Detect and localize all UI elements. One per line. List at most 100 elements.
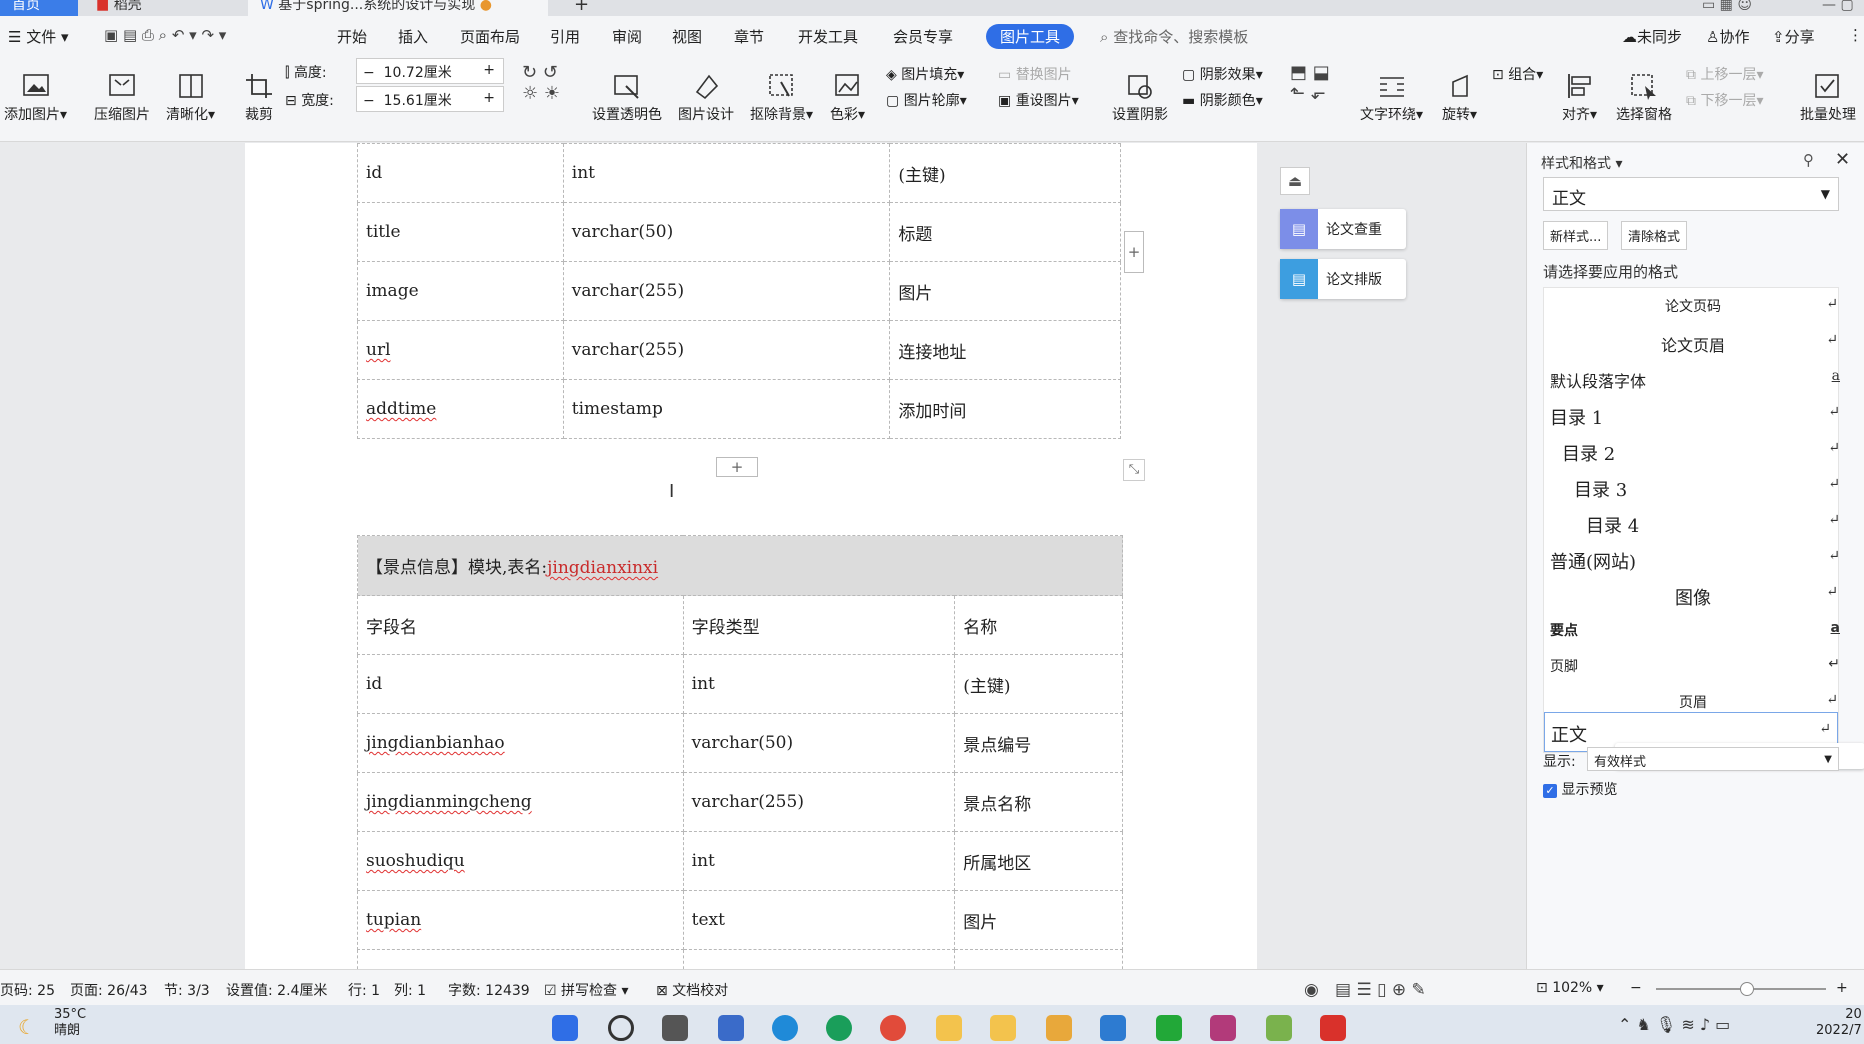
color-button[interactable]: 色彩▾ (830, 72, 865, 124)
status-page-number[interactable]: 页码: 25 (0, 980, 55, 1000)
window-controls[interactable]: — ▢ (1810, 0, 1864, 16)
menu-references[interactable]: 引用 (550, 26, 580, 47)
table-top[interactable]: id int (主键) title varchar(50) 标题 image varcha… (357, 143, 1121, 439)
add-row-button[interactable]: + (716, 457, 758, 477)
task-view-icon[interactable] (662, 1015, 688, 1041)
add-picture-button[interactable]: 添加图片▾ (4, 72, 67, 124)
system-tray-icons[interactable]: ⌃ ♞ 🎙 ≋ ♪ ▭ (1618, 1015, 1730, 1034)
show-select[interactable]: 有效样式 ▼ (1587, 747, 1839, 771)
style-item[interactable]: 默认段落字体 a (1550, 368, 1840, 392)
zoom-out-icon[interactable]: − (1630, 980, 1642, 996)
table-row[interactable]: jingdianmingcheng varchar(255) 景点名称 (357, 772, 1123, 832)
style-item[interactable]: 目录 2 ↵ (1562, 440, 1840, 466)
clear-format-button[interactable]: 清除格式 (1621, 221, 1688, 250)
zoom-slider-thumb[interactable] (1740, 982, 1754, 996)
table-title-row[interactable]: 【景点信息】模块,表名:jingdianxinxi (357, 535, 1123, 596)
table-row[interactable]: url varchar(255) 连接地址 (357, 320, 1121, 380)
rotate-button[interactable]: 旋转▾ (1442, 72, 1477, 124)
table-row[interactable]: suoshudiqu int 所属地区 (357, 831, 1123, 891)
wps-icon[interactable] (1320, 1015, 1346, 1041)
app-icon[interactable] (718, 1015, 744, 1041)
sync-button[interactable]: ☁未同步 (1622, 26, 1682, 47)
send-backward-button[interactable]: ⧉ 下移一层▾ (1686, 90, 1763, 110)
search-icon[interactable] (608, 1015, 634, 1041)
file-menu[interactable]: ☰ 文件 ▾ (8, 26, 69, 47)
bring-forward-button[interactable]: ⧉ 上移一层▾ (1686, 64, 1763, 84)
style-item[interactable]: 目录 1 ↵ (1550, 404, 1840, 430)
table-row[interactable]: title varchar(50) 标题 (357, 202, 1121, 262)
new-tab-icon[interactable]: + (562, 0, 592, 16)
style-item[interactable]: 图像 ↵ (1548, 584, 1838, 610)
replace-picture-button[interactable]: ▭ 替换图片 (998, 64, 1072, 84)
menu-dev-tools[interactable]: 开发工具 (798, 26, 858, 47)
status-section[interactable]: 节: 3/3 (164, 980, 210, 1000)
app-icon[interactable] (1266, 1015, 1292, 1041)
table-row[interactable]: tupian text 图片 (357, 890, 1123, 950)
view-mode-icons[interactable]: ◉ ▤ ☰ ▯ ⊕ ✎ (1304, 980, 1426, 1000)
close-icon[interactable]: ✕ (1835, 149, 1850, 170)
menu-review[interactable]: 审阅 (612, 26, 642, 47)
add-column-button[interactable]: + (1124, 231, 1144, 273)
table-row[interactable]: jingdianbianhao varchar(50) 景点编号 (357, 713, 1123, 773)
status-row[interactable]: 行: 1 (348, 980, 380, 1000)
table-resize-icon[interactable]: ⤡ (1123, 459, 1145, 481)
browser-icon[interactable] (826, 1015, 852, 1041)
table-row[interactable]: image varchar(255) 图片 (357, 261, 1121, 321)
clock[interactable]: 20 2022/7 (1816, 1007, 1862, 1039)
window-layout-icons[interactable]: ▭ ▦ ☺ (1690, 0, 1770, 16)
table-row[interactable]: addtime timestamp 添加时间 (357, 379, 1121, 439)
shadow-offset-icons[interactable]: ⬒ ⬓ ⬑ ⬐ (1290, 62, 1330, 104)
height-input[interactable]: − 10.72厘米 + (356, 58, 504, 84)
zoom-slider[interactable] (1656, 982, 1826, 996)
folder-icon[interactable] (936, 1015, 962, 1041)
set-transparent-button[interactable]: 设置透明色 (592, 72, 662, 124)
style-item[interactable]: 目录 3 ↵ (1574, 476, 1840, 502)
panel-scrollbar[interactable] (1851, 143, 1864, 969)
document-page[interactable]: id int (主键) title varchar(50) 标题 image varcha… (245, 143, 1257, 969)
menu-picture-tools[interactable]: 图片工具 (986, 24, 1075, 49)
remove-background-button[interactable]: 抠除背景▾ (750, 72, 813, 124)
current-style-select[interactable]: 正文 ▼ (1543, 177, 1839, 211)
style-item[interactable]: 论文页眉 ↵ (1548, 332, 1838, 356)
align-button[interactable]: 对齐▾ (1562, 72, 1597, 124)
start-icon[interactable] (552, 1015, 578, 1041)
status-setting[interactable]: 设置值: 2.4厘米 (226, 980, 327, 1000)
menu-insert[interactable]: 插入 (398, 26, 428, 47)
selection-pane-button[interactable]: 选择窗格 (1616, 72, 1672, 124)
proofread-button[interactable]: ⊠ 文档校对 (656, 980, 728, 1000)
compress-picture-button[interactable]: 压缩图片 (94, 72, 150, 124)
quick-access-icons[interactable]: ▣ ▤ ⎙ ⌕ ↶ ▾ ↷ ▾ (104, 26, 226, 44)
hbuilder-icon[interactable] (1156, 1015, 1182, 1041)
style-item[interactable]: 目录 4 ↵ (1586, 512, 1840, 538)
menu-chapter[interactable]: 章节 (734, 26, 764, 47)
status-page[interactable]: 页面: 26/43 (70, 980, 148, 1000)
style-item[interactable]: 论文页码 ↵ (1548, 296, 1838, 316)
set-shadow-button[interactable]: 设置阴影 (1112, 72, 1168, 124)
text-wrap-button[interactable]: 文字环绕▾ (1360, 72, 1423, 124)
panel-title[interactable]: 样式和格式 ▾ (1541, 153, 1622, 173)
zoom-level[interactable]: ⊡ 102% ▾ (1536, 980, 1604, 996)
style-item[interactable]: 要点 a (1550, 620, 1840, 640)
shadow-effect-button[interactable]: ▢ 阴影效果▾ (1182, 64, 1263, 84)
status-word-count[interactable]: 字数: 12439 (448, 980, 530, 1000)
new-style-button[interactable]: 新样式... (1543, 221, 1609, 250)
sharpen-button[interactable]: 清晰化▾ (166, 72, 215, 124)
menu-page-layout[interactable]: 页面布局 (460, 26, 520, 47)
app-icon[interactable] (1046, 1015, 1072, 1041)
table-jingdianxinxi[interactable]: 【景点信息】模块,表名:jingdianxinxi 字段名 字段类型 名称 id in… (357, 535, 1123, 969)
width-input[interactable]: − 15.61厘米 + (356, 86, 504, 112)
style-item[interactable]: 普通(网站) ↵ (1550, 548, 1840, 574)
preview-checkbox[interactable]: ✓ 显示预览 (1543, 779, 1617, 799)
more-icon[interactable]: ⋮ (1848, 26, 1863, 44)
command-search[interactable]: ⌕ 查找命令、搜索模板 (1100, 26, 1248, 47)
paper-format-button[interactable]: ▤ 论文排版 (1280, 259, 1406, 299)
menu-start[interactable]: 开始 (337, 26, 367, 47)
table-row[interactable]: id int (主键) (357, 143, 1121, 203)
tab-home[interactable]: 首页 (0, 0, 78, 16)
weather-widget[interactable]: 35°C 晴朗 (54, 1007, 86, 1039)
collab-button[interactable]: ♙协作 (1706, 26, 1749, 47)
style-item[interactable]: 页眉 ↵ (1548, 692, 1838, 712)
share-button[interactable]: ⇪分享 (1772, 26, 1815, 47)
status-col[interactable]: 列: 1 (394, 980, 426, 1000)
photos-icon[interactable] (1100, 1015, 1126, 1041)
